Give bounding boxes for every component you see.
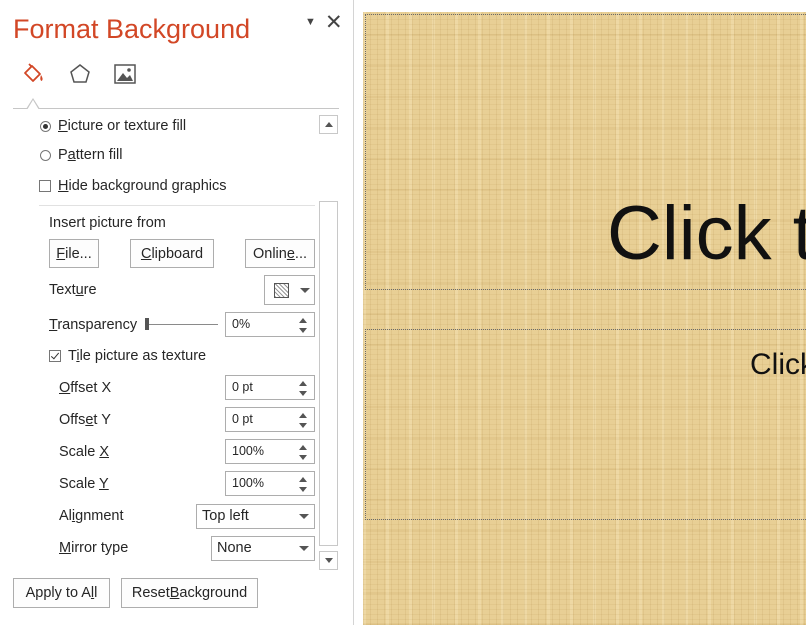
spin-down-icon[interactable] [299,455,307,460]
pane-scrollbar[interactable] [319,115,338,570]
hide-background-graphics-label: Hide background graphics [58,178,227,194]
reset-background-button[interactable]: Reset Background [121,578,258,608]
file-button[interactable]: File... [49,239,99,268]
scrollbar-thumb[interactable] [319,201,338,546]
spin-down-icon[interactable] [299,391,307,396]
scale-y-value[interactable]: 100% [232,476,264,490]
alignment-value: Top left [202,508,249,524]
slide-title-text[interactable]: Click t [607,190,806,277]
insert-picture-heading: Insert picture from [49,215,166,231]
workspace-gap [354,0,363,625]
tile-picture-label: Tile picture as texture [68,348,207,364]
section-divider [39,205,315,206]
texture-label: Texture [49,282,97,298]
transparency-label: Transparency [49,317,138,333]
spin-up-icon[interactable] [299,381,307,386]
scroll-down-icon[interactable] [319,551,338,570]
scale-y-label: Scale Y [59,476,109,492]
scale-x-spinner[interactable]: 100% [225,439,315,464]
offset-y-spinner[interactable]: 0 pt [225,407,315,432]
transparency-spinner[interactable]: 0% [225,312,315,337]
mirror-type-value: None [217,540,252,556]
online-button[interactable]: Onlin e... [245,239,315,268]
close-icon[interactable]: ✕ [325,12,343,33]
alignment-dropdown[interactable]: Top left [196,504,315,529]
offset-x-spinner[interactable]: 0 pt [225,375,315,400]
dropdown-arrow-icon [300,288,310,293]
mirror-type-dropdown[interactable]: None [211,536,315,561]
texture-swatch-icon [274,283,289,298]
spin-up-icon[interactable] [299,477,307,482]
texture-picker[interactable] [264,275,315,305]
picture-or-texture-fill-label: Picture or texture fill [58,118,187,134]
offset-y-label: Offset Y [59,412,111,428]
apply-to-all-button[interactable]: Apply to All [13,578,110,608]
format-background-pane: Format Background ▼ ✕ Picture or texture… [0,0,354,625]
spin-down-icon[interactable] [299,328,307,333]
scroll-up-icon[interactable] [319,115,338,134]
transparency-slider-thumb[interactable] [145,318,149,330]
workspace-top [363,0,806,12]
spin-down-icon[interactable] [299,423,307,428]
offset-x-value[interactable]: 0 pt [232,380,253,394]
scale-x-value[interactable]: 100% [232,444,264,458]
pane-title: Format Background [13,14,251,44]
mirror-type-label: Mirror type [59,540,129,556]
slide-canvas[interactable]: Click t Click [363,12,806,625]
chevron-down-icon[interactable]: ▼ [305,16,316,28]
tab-divider [13,108,339,109]
hide-background-graphics-checkbox[interactable] [39,180,51,192]
slide-subtitle-text[interactable]: Click [750,348,806,382]
offset-x-label: Offset X [59,380,112,396]
alignment-label: Alignment [59,508,124,524]
picture-or-texture-fill-radio[interactable] [40,121,51,132]
scale-y-spinner[interactable]: 100% [225,471,315,496]
image-icon[interactable] [112,61,138,87]
subtitle-placeholder[interactable] [365,329,806,520]
transparency-value[interactable]: 0% [232,317,250,331]
tile-picture-checkbox[interactable] [49,350,61,362]
pattern-fill-radio[interactable] [40,150,51,161]
chevron-down-icon [299,514,309,519]
offset-y-value[interactable]: 0 pt [232,412,253,426]
chevron-down-icon [299,546,309,551]
pattern-fill-label: Pattern fill [58,147,123,163]
transparency-slider-track[interactable] [147,324,218,325]
spin-up-icon[interactable] [299,413,307,418]
spin-down-icon[interactable] [299,487,307,492]
spin-up-icon[interactable] [299,318,307,323]
scale-x-label: Scale X [59,444,109,460]
clipboard-button[interactable]: Clipboard [130,239,214,268]
spin-up-icon[interactable] [299,445,307,450]
paint-bucket-icon[interactable] [20,61,46,87]
pentagon-icon[interactable] [67,61,93,87]
